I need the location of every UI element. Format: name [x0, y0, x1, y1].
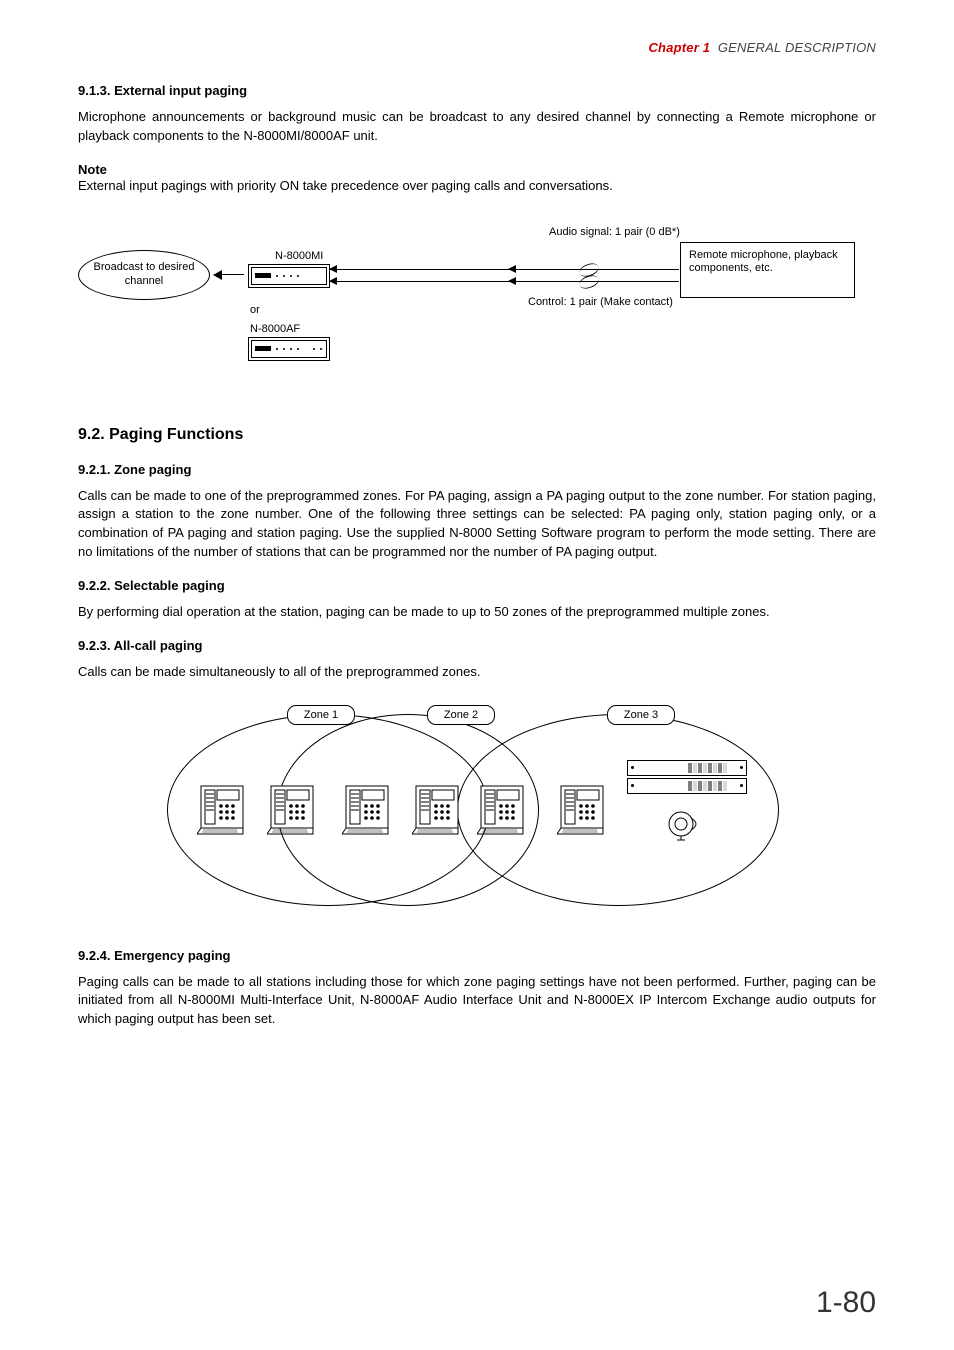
station-phone-icon — [197, 778, 247, 836]
audio-signal-label: Audio signal: 1 pair (0 dB*) — [549, 226, 680, 239]
station-phone-icon — [557, 778, 607, 836]
control-label: Control: 1 pair (Make contact) — [528, 296, 673, 309]
body-913: Microphone announcements or background m… — [78, 108, 876, 146]
chapter-label: Chapter 1 — [648, 40, 710, 55]
device-n8000mi — [248, 264, 330, 288]
page-number: 1-80 — [816, 1286, 876, 1320]
remote-components-box: Remote microphone, playback components, … — [680, 242, 855, 298]
horn-speaker-icon — [667, 806, 703, 842]
heading-92: 9.2. Paging Functions — [78, 426, 876, 444]
amplifier-rack-icon — [627, 760, 747, 792]
connector-line — [329, 281, 509, 282]
zone3-label: Zone 3 — [607, 705, 675, 725]
heading-922: 9.2.2. Selectable paging — [78, 578, 876, 593]
diagram-zones: Zone 1 Zone 2 Zone 3 — [167, 698, 787, 918]
arrowhead-icon — [329, 265, 337, 273]
arrow-icon — [214, 274, 244, 275]
arrowhead-icon — [329, 277, 337, 285]
station-phone-icon — [342, 778, 392, 836]
station-phone-icon — [477, 778, 527, 836]
body-923: Calls can be made simultaneously to all … — [78, 663, 876, 682]
zone1-label: Zone 1 — [287, 705, 355, 725]
body-924: Paging calls can be made to all stations… — [78, 973, 876, 1030]
heading-921: 9.2.1. Zone paging — [78, 462, 876, 477]
label-n8000mi: N-8000MI — [275, 250, 323, 262]
zone2-label: Zone 2 — [427, 705, 495, 725]
heading-924: 9.2.4. Emergency paging — [78, 948, 876, 963]
page: Chapter 1 GENERAL DESCRIPTION 9.1.3. Ext… — [0, 0, 954, 1350]
remote-components-label: Remote microphone, playback components, … — [689, 249, 838, 275]
broadcast-label: Broadcast to desired channel — [79, 261, 209, 287]
diagram-external-input: Broadcast to desired channel N-8000MI or… — [78, 226, 878, 386]
body-922: By performing dial operation at the stat… — [78, 603, 876, 622]
broadcast-ellipse: Broadcast to desired channel — [78, 250, 210, 300]
heading-913: 9.1.3. External input paging — [78, 83, 876, 98]
running-head: Chapter 1 GENERAL DESCRIPTION — [78, 40, 876, 55]
device-n8000af — [248, 337, 330, 361]
heading-923: 9.2.3. All-call paging — [78, 638, 876, 653]
chapter-title: GENERAL DESCRIPTION — [718, 40, 876, 55]
note-label: Note — [78, 162, 876, 177]
note-body: External input pagings with priority ON … — [78, 177, 876, 196]
or-label: or — [250, 304, 260, 316]
station-phone-icon — [412, 778, 462, 836]
body-921: Calls can be made to one of the preprogr… — [78, 487, 876, 562]
label-n8000af: N-8000AF — [250, 323, 300, 335]
connector-line — [329, 269, 509, 270]
station-phone-icon — [267, 778, 317, 836]
